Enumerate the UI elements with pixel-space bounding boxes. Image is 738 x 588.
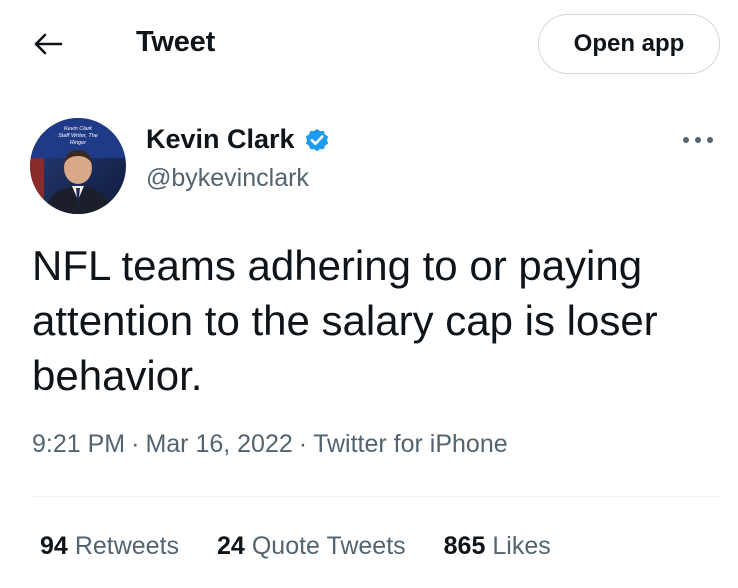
avatar[interactable]: Kevin Clark Staff Writer, The Ringer bbox=[30, 118, 126, 214]
verified-badge-icon bbox=[305, 128, 328, 151]
author-handle[interactable]: @bykevinclark bbox=[146, 164, 309, 193]
meta-separator: · bbox=[131, 430, 140, 458]
retweets-count: 94 bbox=[40, 532, 68, 560]
more-horizontal-icon bbox=[683, 137, 713, 143]
retweets-stat[interactable]: 94 Retweets bbox=[40, 532, 179, 561]
open-app-button[interactable]: Open app bbox=[538, 14, 720, 74]
quote-tweets-stat[interactable]: 24 Quote Tweets bbox=[217, 532, 406, 561]
tweet-stats: 94 Retweets 24 Quote Tweets 865 Likes bbox=[40, 532, 551, 561]
likes-count: 865 bbox=[443, 532, 486, 560]
likes-label: Likes bbox=[492, 532, 551, 560]
avatar-image: Kevin Clark Staff Writer, The Ringer bbox=[30, 118, 126, 214]
tweet-time[interactable]: 9:21 PM bbox=[32, 430, 125, 458]
svg-text:Kevin Clark: Kevin Clark bbox=[64, 126, 92, 132]
arrow-left-icon bbox=[34, 33, 63, 55]
author-name-row[interactable]: Kevin Clark bbox=[146, 124, 331, 155]
svg-text:Ringer: Ringer bbox=[70, 140, 87, 146]
tweet-text: NFL teams adhering to or paying attentio… bbox=[32, 242, 658, 399]
back-button[interactable] bbox=[26, 24, 70, 64]
page-title: Tweet bbox=[136, 26, 216, 58]
retweets-label: Retweets bbox=[74, 532, 180, 560]
more-options-button[interactable] bbox=[678, 128, 718, 152]
likes-stat[interactable]: 865 Likes bbox=[444, 532, 551, 561]
meta-separator: · bbox=[298, 430, 308, 458]
svg-text:Staff Writer, The: Staff Writer, The bbox=[58, 133, 98, 139]
tweet-source: Twitter for iPhone bbox=[313, 430, 508, 458]
tweet-page: Tweet Open app Kevin Clark Staff Writer,… bbox=[0, 0, 738, 588]
quote-tweets-count: 24 bbox=[217, 532, 245, 560]
divider bbox=[32, 496, 718, 497]
quote-tweets-label: Quote Tweets bbox=[251, 532, 406, 560]
tweet-date[interactable]: Mar 16, 2022 bbox=[145, 430, 292, 458]
author-name[interactable]: Kevin Clark bbox=[146, 124, 295, 155]
tweet-meta: 9:21 PM · Mar 16, 2022 · Twitter for iPhone bbox=[32, 430, 508, 459]
